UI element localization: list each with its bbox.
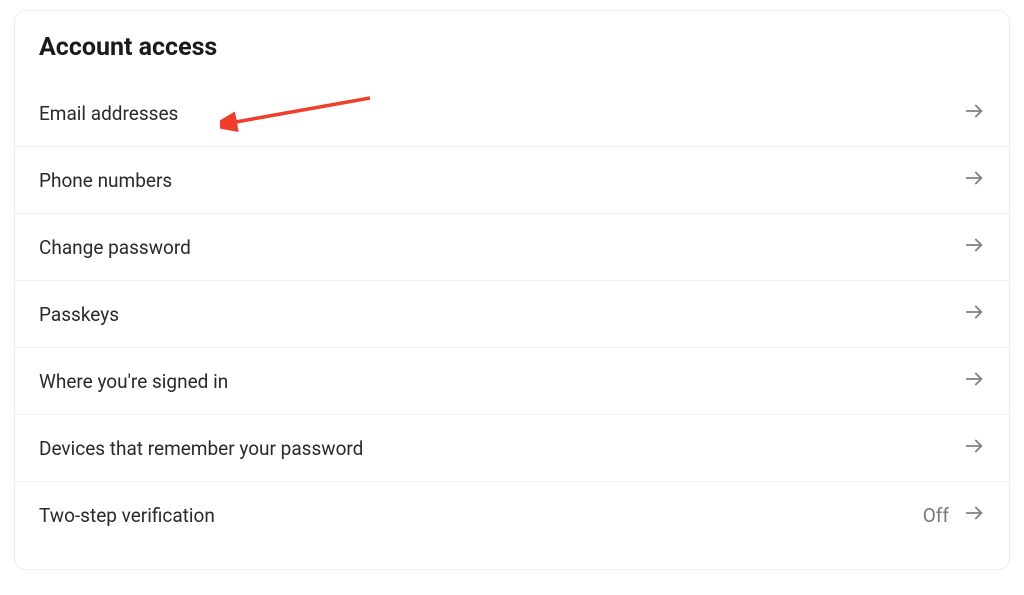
chevron-right-icon <box>963 301 985 327</box>
row-right <box>949 435 985 461</box>
row-where-signed-in[interactable]: Where you're signed in <box>15 347 1009 414</box>
row-label: Passkeys <box>39 303 119 326</box>
row-right <box>949 301 985 327</box>
row-right <box>949 234 985 260</box>
account-access-card: Account access Email addresses Phone num… <box>14 10 1010 570</box>
row-passkeys[interactable]: Passkeys <box>15 280 1009 347</box>
row-right <box>949 100 985 126</box>
chevron-right-icon <box>963 502 985 528</box>
row-label: Where you're signed in <box>39 370 228 393</box>
chevron-right-icon <box>963 435 985 461</box>
row-right <box>949 167 985 193</box>
chevron-right-icon <box>963 167 985 193</box>
row-change-password[interactable]: Change password <box>15 213 1009 280</box>
row-right <box>949 368 985 394</box>
row-label: Two-step verification <box>39 504 215 527</box>
chevron-right-icon <box>963 234 985 260</box>
row-label: Email addresses <box>39 102 178 125</box>
row-email-addresses[interactable]: Email addresses <box>15 80 1009 146</box>
row-right: Off <box>923 502 985 528</box>
row-label: Change password <box>39 236 191 259</box>
row-label: Phone numbers <box>39 169 172 192</box>
row-label: Devices that remember your password <box>39 437 363 460</box>
chevron-right-icon <box>963 368 985 394</box>
row-devices-remember-password[interactable]: Devices that remember your password <box>15 414 1009 481</box>
row-two-step-verification[interactable]: Two-step verification Off <box>15 481 1009 548</box>
row-phone-numbers[interactable]: Phone numbers <box>15 146 1009 213</box>
chevron-right-icon <box>963 100 985 126</box>
row-status: Off <box>923 504 949 527</box>
section-title: Account access <box>15 33 1009 80</box>
